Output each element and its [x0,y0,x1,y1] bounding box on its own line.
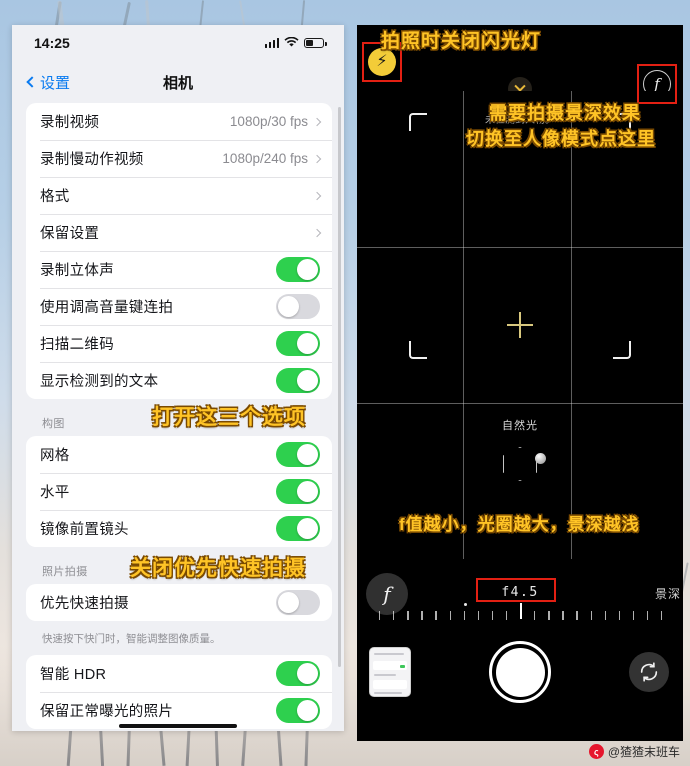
row-scan-qr[interactable]: 扫描二维码 [26,325,332,362]
watermark: ς @猹猹末班车 [588,743,680,760]
toggle-grid[interactable] [276,442,320,467]
chevron-right-icon [312,117,322,126]
shutter-button[interactable] [489,641,551,703]
page-title: 相机 [162,74,193,92]
row-label: 格式 [40,189,70,205]
row-mirror-front-camera[interactable]: 镜像前置镜头 [26,510,332,547]
row-label: 保留设置 [40,226,100,242]
toggle-show-detected-text[interactable] [276,368,320,393]
settings-group-hdr: 智能 HDR 保留正常曝光的照片 [26,654,332,729]
chevron-right-icon [312,228,322,237]
row-value: 1080p/240 fps [222,151,308,166]
wifi-icon [284,35,299,51]
row-label: 优先快速拍摄 [40,596,129,612]
camera-flip-icon[interactable] [629,652,669,692]
settings-group-composition: 网格 水平 镜像前置镜头 [26,436,332,547]
scroll-indicator[interactable] [338,107,341,667]
hexagon-icon [503,447,537,481]
highlight-box-aperture [637,64,677,104]
camera-viewfinder[interactable]: 未检测到人物。 [357,91,683,559]
settings-group-photo-capture: 优先快速拍摄 [26,584,332,621]
row-label: 镜像前置镜头 [40,522,129,538]
row-label: 保留正常曝光的照片 [40,703,174,720]
toggle-burst-volume-up[interactable] [276,294,320,319]
last-photo-thumbnail[interactable] [369,647,411,697]
annotation-portrait-line2: 切换至人像模式点这里 [466,129,656,149]
row-value: 1080p/30 fps [229,114,308,129]
chevron-right-icon [312,191,322,200]
row-label: 网格 [40,448,70,464]
row-label: 水平 [40,485,70,501]
row-show-detected-text[interactable]: 显示检测到的文本 [26,362,332,399]
row-record-stereo[interactable]: 录制立体声 [26,251,332,288]
camera-bottom-bar [357,629,683,741]
annotation-aperture-tip: f值越小，光圈越大，景深越浅 [399,515,640,534]
annotation-flash-off: 拍照时关闭闪光灯 [381,31,542,52]
toggle-record-stereo[interactable] [276,257,320,282]
weibo-logo-icon: ς [588,744,604,759]
toggle-smart-hdr[interactable] [276,660,320,686]
row-label: 显示检测到的文本 [40,374,159,390]
chevron-right-icon [312,154,322,163]
row-smart-hdr[interactable]: 智能 HDR [26,655,332,692]
frame-corner-bottom-right [613,341,631,359]
row-prioritize-faster-shooting[interactable]: 优先快速拍摄 [26,584,332,621]
aperture-toggle-button[interactable]: 𝑓 [366,573,408,615]
row-label: 录制视频 [40,115,100,131]
row-preserve-settings[interactable]: 保留设置 [26,214,332,251]
toggle-prioritize-faster-shooting[interactable] [276,590,320,615]
frame-corner-top-left [409,113,427,131]
row-label: 扫描二维码 [40,337,114,353]
watermark-handle: @猹猹末班车 [607,745,680,759]
status-time: 14:25 [34,35,70,51]
row-label: 智能 HDR [40,666,107,683]
toggle-level[interactable] [276,479,320,504]
navigation-bar: 设置 相机 [12,61,344,103]
footer-note-photo-capture: 快速按下快门时，智能调整图像质量。 [42,633,221,645]
row-format[interactable]: 格式 [26,177,332,214]
toggle-keep-normal-photo[interactable] [276,697,320,723]
annotation-portrait-line1: 需要拍摄景深效果 [489,103,641,123]
settings-group-video: 录制视频 1080p/30 fps 录制慢动作视频 1080p/240 fps … [26,103,332,399]
row-burst-volume-up[interactable]: 使用调高音量键连拍 [26,288,332,325]
aperture-slider[interactable] [379,603,663,623]
lighting-effect-selector[interactable] [503,447,546,481]
lighting-knob-dot [535,453,546,464]
mode-label-depth[interactable]: 景深 [655,585,681,602]
lighting-effect-label: 自然光 [502,420,538,432]
home-indicator[interactable] [119,724,237,728]
row-level[interactable]: 水平 [26,473,332,510]
row-label: 录制慢动作视频 [40,152,144,168]
frame-corner-bottom-left [409,341,427,359]
row-grid[interactable]: 网格 [26,436,332,473]
settings-screenshot: 14:25 设置 相机 录制视频 1080p/30 fps 录制慢动作视频 10… [12,25,344,731]
toggle-mirror-front-camera[interactable] [276,516,320,541]
row-label: 使用调高音量键连拍 [40,300,174,316]
cellular-signal-icon [264,38,279,48]
highlight-box-f-value [476,578,556,602]
toggle-scan-qr[interactable] [276,331,320,356]
annotation-disable-fast-capture: 关闭优先快速拍摄 [130,557,306,580]
row-label: 录制立体声 [40,263,114,279]
battery-icon [304,38,327,48]
row-record-video[interactable]: 录制视频 1080p/30 fps [26,103,332,140]
row-record-slomo[interactable]: 录制慢动作视频 1080p/240 fps [26,140,332,177]
aperture-control-bar: 𝑓 f4.5 景深 [357,559,683,629]
annotation-enable-three-options: 打开这三个选项 [152,406,306,429]
status-bar: 14:25 [12,25,344,61]
